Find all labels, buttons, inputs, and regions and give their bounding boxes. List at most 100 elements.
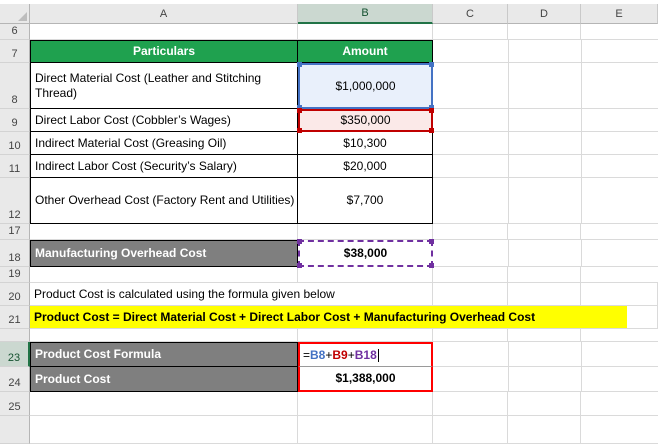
cell-A9-label[interactable]: Direct Labor Cost (Cobbler’s Wages) [30,109,298,132]
empty-cells[interactable] [433,63,658,109]
empty-cells[interactable] [433,367,658,392]
range-handle[interactable] [297,62,302,67]
sheet-row-22 [0,329,658,342]
cell-B10-value[interactable]: $10,300 [298,132,433,155]
row-header-6[interactable]: 6 [0,24,30,40]
cell-B8-value[interactable]: $1,000,000 [297,62,434,110]
cell-A20-note[interactable]: Product Cost is calculated using the for… [30,283,508,306]
cell-B7-amount-header[interactable]: Amount [298,40,433,63]
row-header-8[interactable]: 8 [0,63,30,109]
range-handle[interactable] [429,62,434,67]
cell-A11-label[interactable]: Indirect Labor Cost (Security’s Salary) [30,155,298,178]
empty-cells[interactable] [433,342,658,367]
row-header-partial[interactable] [0,416,30,444]
row-header-10[interactable]: 10 [0,132,30,155]
cell-B11-value[interactable]: $20,000 [298,155,433,178]
spreadsheet: A B C D E 6 7 Particulars Amount 8 Direc… [0,0,658,444]
sheet-row-21: 21 Product Cost = Direct Material Cost +… [0,306,658,329]
select-all-corner[interactable] [0,4,30,24]
sheet-row-20: 20 Product Cost is calculated using the … [0,283,658,306]
empty-cells[interactable] [30,416,658,444]
range-handle[interactable] [297,128,302,133]
row-header-21[interactable]: 21 [0,306,30,329]
cell-A7-particulars-header[interactable]: Particulars [30,40,298,63]
empty-cell[interactable] [508,283,581,306]
row-header-11[interactable]: 11 [0,155,30,178]
column-header-b[interactable]: B [298,4,433,24]
column-header-row: A B C D E [0,4,658,24]
empty-cells[interactable] [433,240,658,267]
sheet-row-9: 9 Direct Labor Cost (Cobbler’s Wages) $3… [0,108,658,133]
formula-ref-b8: B8 [310,347,326,362]
row-header-23[interactable]: 23 [0,342,30,367]
empty-cell[interactable] [581,283,658,306]
cell-A23-formula-label[interactable]: Product Cost Formula [30,342,298,367]
row-header-12[interactable]: 12 [0,178,30,224]
empty-cells[interactable] [30,329,658,342]
sheet-row-7: 7 Particulars Amount [0,40,658,63]
row-header-24[interactable]: 24 [0,367,30,392]
empty-cells[interactable] [30,24,658,40]
row-header-25[interactable]: 25 [0,392,30,416]
text-cursor [377,348,379,362]
column-header-e[interactable]: E [581,4,658,24]
select-all-icon [18,12,27,21]
column-header-a[interactable]: A [30,4,298,24]
cell-A12-label[interactable]: Other Overhead Cost (Factory Rent and Ut… [30,178,298,224]
range-handle[interactable] [297,263,302,268]
sheet-row-18: 18 Manufacturing Overhead Cost $38,000 [0,239,658,268]
cell-A10-label[interactable]: Indirect Material Cost (Greasing Oil) [30,132,298,155]
row-header-17[interactable]: 17 [0,224,30,240]
empty-cells[interactable] [433,109,658,132]
row-header-20[interactable]: 20 [0,283,30,306]
direct-labor-cost-amount: $350,000 [340,113,391,127]
empty-cells[interactable] [30,224,658,240]
range-handle[interactable] [297,239,302,244]
direct-material-cost-amount: $1,000,000 [335,78,396,93]
cell-B18-overhead-value[interactable]: $38,000 [297,239,434,268]
range-handle[interactable] [429,263,434,268]
row-header-22[interactable] [0,329,30,342]
sheet-row-10: 10 Indirect Material Cost (Greasing Oil)… [0,132,658,155]
formula-equals: = [303,347,311,362]
empty-cell[interactable] [627,306,658,329]
row-header-9[interactable]: 9 [0,109,30,132]
row-header-18[interactable]: 18 [0,240,30,267]
formula-plus: + [325,347,333,362]
sheet-row-6: 6 [0,24,658,40]
row-header-7[interactable]: 7 [0,40,30,63]
empty-cells[interactable] [30,392,658,416]
cell-B12-value[interactable]: $7,700 [298,178,433,224]
column-header-c[interactable]: C [433,4,508,24]
empty-cells[interactable] [30,267,658,283]
cell-A8-label[interactable]: Direct Material Cost (Leather and Stitch… [30,63,298,109]
row-header-19[interactable]: 19 [0,267,30,283]
column-header-d[interactable]: D [508,4,581,24]
overhead-amount: $38,000 [343,246,388,260]
range-handle[interactable] [429,108,434,113]
formula-ref-b9: B9 [332,347,348,362]
sheet-row-12: 12 Other Overhead Cost (Factory Rent and… [0,178,658,224]
formula-ref-b18: B18 [354,347,377,362]
sheet-row-partial [0,416,658,444]
sheet-row-8: 8 Direct Material Cost (Leather and Stit… [0,62,658,110]
range-handle[interactable] [297,108,302,113]
formula-plus: + [347,347,355,362]
range-handle[interactable] [429,239,434,244]
sheet-row-24: 24 Product Cost $1,388,000 [0,367,658,392]
cell-B23-formula-editor[interactable]: = B8 + B9 + B18 [298,342,433,367]
cell-A18-overhead-label[interactable]: Manufacturing Overhead Cost [30,240,298,267]
empty-cells[interactable] [433,40,658,63]
empty-cells[interactable] [433,178,658,224]
sheet-row-25: 25 [0,392,658,416]
empty-cells[interactable] [433,155,658,178]
range-handle[interactable] [429,128,434,133]
cell-B24-result-value[interactable]: $1,388,000 [298,367,433,392]
sheet-row-17: 17 [0,224,658,240]
empty-cells[interactable] [433,132,658,155]
cell-A21-formula-banner[interactable]: Product Cost = Direct Material Cost + Di… [30,306,627,329]
cell-B9-value[interactable]: $350,000 [297,108,434,133]
sheet-row-23: 23 Product Cost Formula = B8 + B9 + B18 [0,342,658,367]
sheet-row-11: 11 Indirect Labor Cost (Security’s Salar… [0,155,658,178]
cell-A24-result-label[interactable]: Product Cost [30,367,298,392]
